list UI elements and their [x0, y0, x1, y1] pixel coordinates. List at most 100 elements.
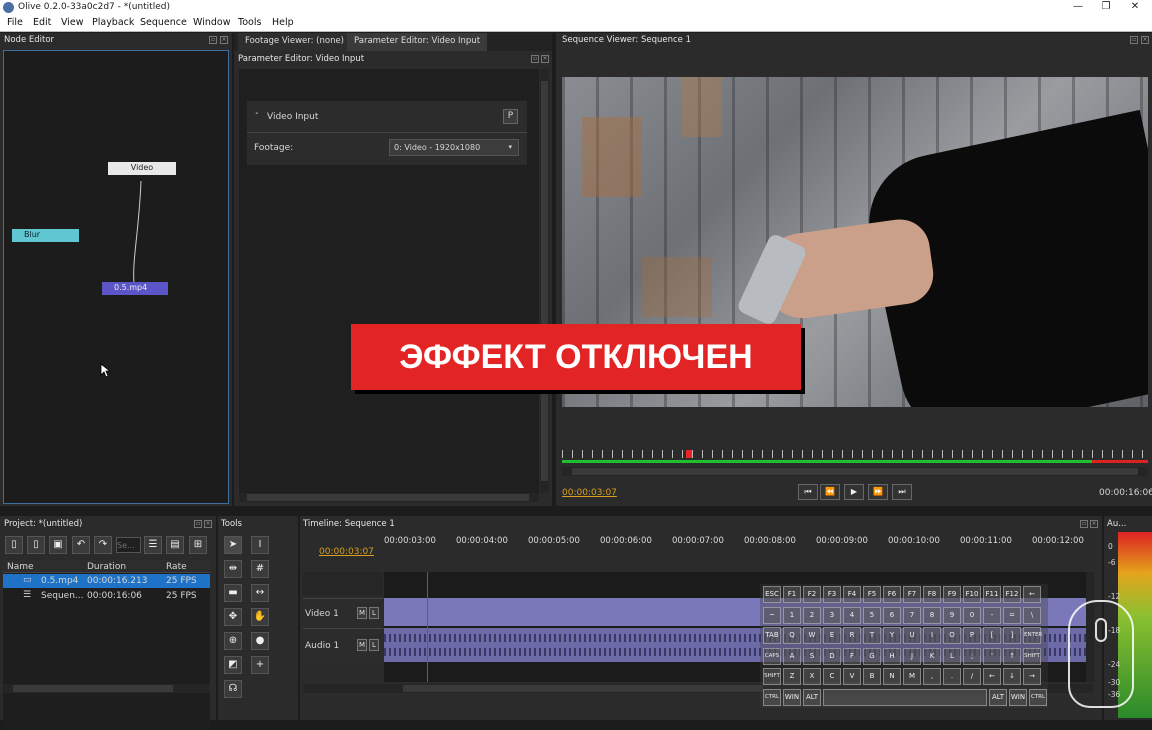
close-panel-icon[interactable]: × [1141, 36, 1149, 44]
close-panel-icon[interactable]: × [204, 520, 212, 528]
node-video[interactable]: Video [108, 162, 176, 175]
key[interactable]: 7 [903, 606, 921, 624]
pointer-tool-icon[interactable]: ➤ [224, 536, 242, 554]
node-canvas[interactable]: Video Blur 0.5.mp4 [3, 50, 229, 504]
horizontal-scrollbar[interactable] [239, 493, 539, 502]
add-tool-icon[interactable]: + [251, 656, 269, 674]
key[interactable]: 1 [783, 606, 801, 624]
key[interactable]: F4 [843, 586, 861, 603]
p-button[interactable]: P [503, 109, 518, 124]
mute-button[interactable]: M [357, 639, 367, 651]
key[interactable]: → [1023, 668, 1041, 685]
col-name[interactable]: Name [7, 562, 34, 572]
key[interactable]: - [983, 606, 1001, 624]
zoom-tool-icon[interactable]: ⊕ [224, 632, 242, 650]
go-to-end-button[interactable]: ⏭ [892, 484, 912, 500]
viewer-ruler[interactable] [562, 442, 1148, 464]
key[interactable]: . [943, 668, 961, 685]
key[interactable]: ALT [803, 688, 821, 706]
float-icon[interactable]: ▫ [531, 55, 539, 63]
text-cursor-tool-icon[interactable]: I [251, 536, 269, 554]
menu-file[interactable]: File [7, 17, 23, 28]
key[interactable]: F10 [963, 586, 981, 603]
mute-button[interactable]: M [357, 607, 367, 619]
key[interactable]: D [823, 647, 841, 665]
key[interactable]: \ [1023, 606, 1041, 624]
menu-playback[interactable]: Playback [92, 17, 134, 28]
float-icon[interactable]: ▫ [194, 520, 202, 528]
key[interactable]: U [903, 627, 921, 644]
key[interactable]: S [803, 647, 821, 665]
tab-parameter-editor[interactable]: Parameter Editor: Video Input [347, 33, 488, 51]
vertical-scrollbar[interactable] [540, 69, 549, 493]
key[interactable]: CTRL [763, 688, 781, 706]
col-rate[interactable]: Rate [166, 562, 187, 572]
key[interactable]: V [843, 668, 861, 685]
record-tool-icon[interactable]: ● [251, 632, 269, 650]
lock-button[interactable]: L [369, 607, 379, 619]
key[interactable]: ← [983, 668, 1001, 685]
key[interactable]: ENTER [1023, 627, 1042, 644]
play-button[interactable]: ▶ [844, 484, 864, 500]
key[interactable]: ↑ [1003, 647, 1021, 665]
tab-footage-viewer[interactable]: Footage Viewer: (none) [238, 33, 352, 51]
key[interactable]: F7 [903, 586, 921, 603]
key[interactable]: 9 [943, 606, 961, 624]
close-panel-icon[interactable]: × [541, 55, 549, 63]
close-button[interactable]: ✕ [1121, 0, 1149, 15]
save-icon[interactable]: ▣ [49, 536, 67, 554]
menu-sequence[interactable]: Sequence [140, 17, 187, 28]
key[interactable]: SHIFT [1023, 647, 1041, 665]
key[interactable]: ~ [763, 606, 781, 624]
key[interactable]: O [943, 627, 961, 644]
key[interactable]: SHIFT [763, 668, 781, 685]
undo-icon[interactable]: ↶ [72, 536, 90, 554]
icon-view-icon[interactable]: ⊞ [189, 536, 207, 554]
key[interactable]: F1 [783, 586, 801, 603]
key[interactable]: 2 [803, 606, 821, 624]
key[interactable]: = [1003, 606, 1021, 624]
key[interactable]: Y [883, 627, 901, 644]
footage-select[interactable]: 0: Video - 1920x1080 ▾ [389, 139, 519, 156]
key[interactable]: ] [1003, 627, 1021, 644]
key[interactable]: F11 [983, 586, 1001, 603]
roll-tool-icon[interactable]: # [251, 560, 269, 578]
viewer-scrollbar[interactable] [562, 467, 1148, 476]
key[interactable]: F9 [943, 586, 961, 603]
key[interactable]: ← [1023, 586, 1041, 603]
key[interactable]: B [863, 668, 881, 685]
key[interactable]: A [783, 647, 801, 665]
close-panel-icon[interactable]: × [220, 36, 228, 44]
list-view-icon[interactable]: ☰ [144, 536, 162, 554]
minimize-button[interactable]: — [1064, 0, 1092, 15]
key[interactable]: F12 [1003, 586, 1021, 603]
node-mp4[interactable]: 0.5.mp4 [102, 282, 168, 295]
menu-help[interactable]: Help [272, 17, 294, 28]
key[interactable]: K [923, 647, 941, 665]
float-icon[interactable]: ▫ [1080, 520, 1088, 528]
hand-tool-icon[interactable]: ✋ [251, 608, 269, 626]
viewer-timecode[interactable]: 00:00:03:07 [562, 488, 617, 498]
key[interactable]: 6 [883, 606, 901, 624]
key[interactable]: R [843, 627, 861, 644]
table-row[interactable]: ☰ Sequen... 00:00:16:06 25 FPS [3, 589, 210, 603]
razor-tool-icon[interactable]: ▬ [224, 584, 242, 602]
new-icon[interactable]: ▯ [5, 536, 23, 554]
project-hscrollbar[interactable] [3, 684, 210, 693]
key[interactable]: G [863, 647, 881, 665]
key[interactable]: F [843, 647, 861, 665]
key[interactable]: T [863, 627, 881, 644]
key[interactable]: X [803, 668, 821, 685]
timeline-playhead[interactable] [427, 572, 428, 682]
node-blur[interactable]: Blur [12, 229, 79, 242]
key[interactable]: F2 [803, 586, 821, 603]
key[interactable]: [ [983, 627, 1001, 644]
menu-view[interactable]: View [61, 17, 84, 28]
key[interactable]: , [923, 668, 941, 685]
key[interactable]: N [883, 668, 901, 685]
key[interactable]: WIN [1009, 688, 1027, 706]
key[interactable]: F8 [923, 586, 941, 603]
transition-tool-icon[interactable]: ◩ [224, 656, 242, 674]
slip-tool-icon[interactable]: ↔ [251, 584, 269, 602]
menu-tools[interactable]: Tools [238, 17, 261, 28]
